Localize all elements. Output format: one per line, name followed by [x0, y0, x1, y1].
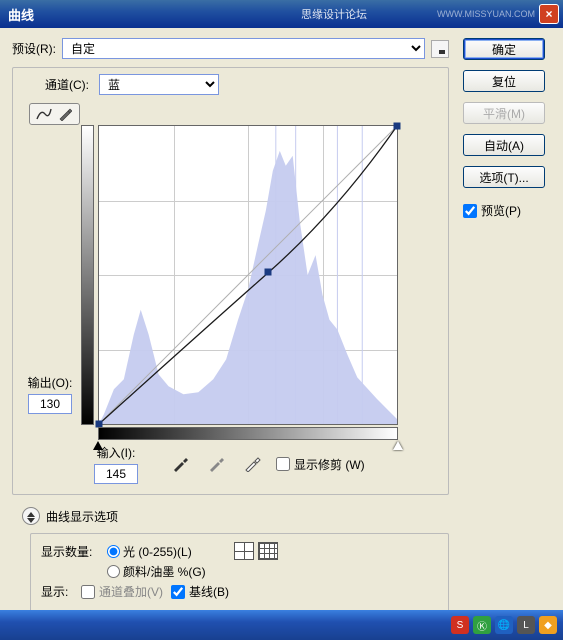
- watermark-text: 思缘设计论坛: [301, 6, 367, 22]
- preset-label: 预设(R):: [12, 40, 56, 57]
- options-button[interactable]: 选项(T)...: [463, 166, 545, 188]
- radio-pigment[interactable]: 颜料/油墨 %(G): [107, 563, 206, 580]
- expand-toggle-icon[interactable]: [22, 507, 40, 525]
- watermark-url: WWW.MISSYUAN.COM: [437, 9, 535, 19]
- curve-point-mid[interactable]: [265, 269, 272, 276]
- preview-checkbox[interactable]: 预览(P): [463, 202, 551, 219]
- tray-icon-s[interactable]: S: [451, 616, 469, 634]
- show-clipping-checkbox[interactable]: 显示修剪 (W): [276, 456, 365, 473]
- radio-light[interactable]: 光 (0-255)(L): [107, 543, 192, 560]
- window-title: 曲线: [8, 5, 301, 24]
- close-button[interactable]: ×: [539, 4, 559, 24]
- output-label: 输出(O):: [28, 374, 73, 391]
- grid-10-icon[interactable]: [258, 542, 278, 560]
- output-gradient: [81, 125, 94, 425]
- checkbox-baseline[interactable]: 基线(B): [171, 583, 229, 600]
- output-input[interactable]: [28, 394, 72, 414]
- tray-icon-shield[interactable]: ◆: [539, 616, 557, 634]
- input-gradient: [98, 427, 398, 440]
- tray-icon-k[interactable]: Ⓚ: [473, 616, 491, 634]
- checkbox-overlay[interactable]: 通道叠加(V): [81, 583, 163, 600]
- pencil-tool-icon[interactable]: [56, 106, 74, 122]
- grid-4-icon[interactable]: [234, 542, 254, 560]
- titlebar: 曲线 思缘设计论坛 WWW.MISSYUAN.COM ×: [0, 0, 563, 28]
- show-amount-label: 显示数量:: [41, 543, 107, 560]
- auto-button[interactable]: 自动(A): [463, 134, 545, 156]
- reset-button[interactable]: 复位: [463, 70, 545, 92]
- black-slider[interactable]: [93, 441, 103, 450]
- preset-select[interactable]: 自定: [62, 38, 425, 59]
- tray-icon-globe[interactable]: 🌐: [495, 616, 513, 634]
- smooth-button: 平滑(M): [463, 102, 545, 124]
- curve-graph[interactable]: [98, 125, 398, 425]
- white-slider[interactable]: [393, 441, 403, 450]
- channel-label: 通道(C):: [45, 76, 89, 93]
- preset-menu-icon[interactable]: [431, 40, 449, 58]
- show-label: 显示:: [41, 583, 81, 600]
- eyedropper-white-icon[interactable]: [242, 456, 262, 472]
- taskbar: S Ⓚ 🌐 L ◆: [0, 610, 563, 640]
- ok-button[interactable]: 确定: [463, 38, 545, 60]
- curve-tools: [29, 103, 80, 125]
- eyedropper-black-icon[interactable]: [170, 456, 190, 472]
- eyedropper-gray-icon[interactable]: [206, 456, 226, 472]
- tray-icon-l[interactable]: L: [517, 616, 535, 634]
- curve-point-end[interactable]: [394, 123, 401, 130]
- channel-select[interactable]: 蓝: [99, 74, 219, 95]
- curve-group: 通道(C): 蓝: [12, 67, 449, 495]
- expand-title: 曲线显示选项: [46, 508, 118, 525]
- curve-tool-icon[interactable]: [35, 106, 53, 122]
- curve-line: [99, 126, 397, 424]
- input-input[interactable]: [94, 464, 138, 484]
